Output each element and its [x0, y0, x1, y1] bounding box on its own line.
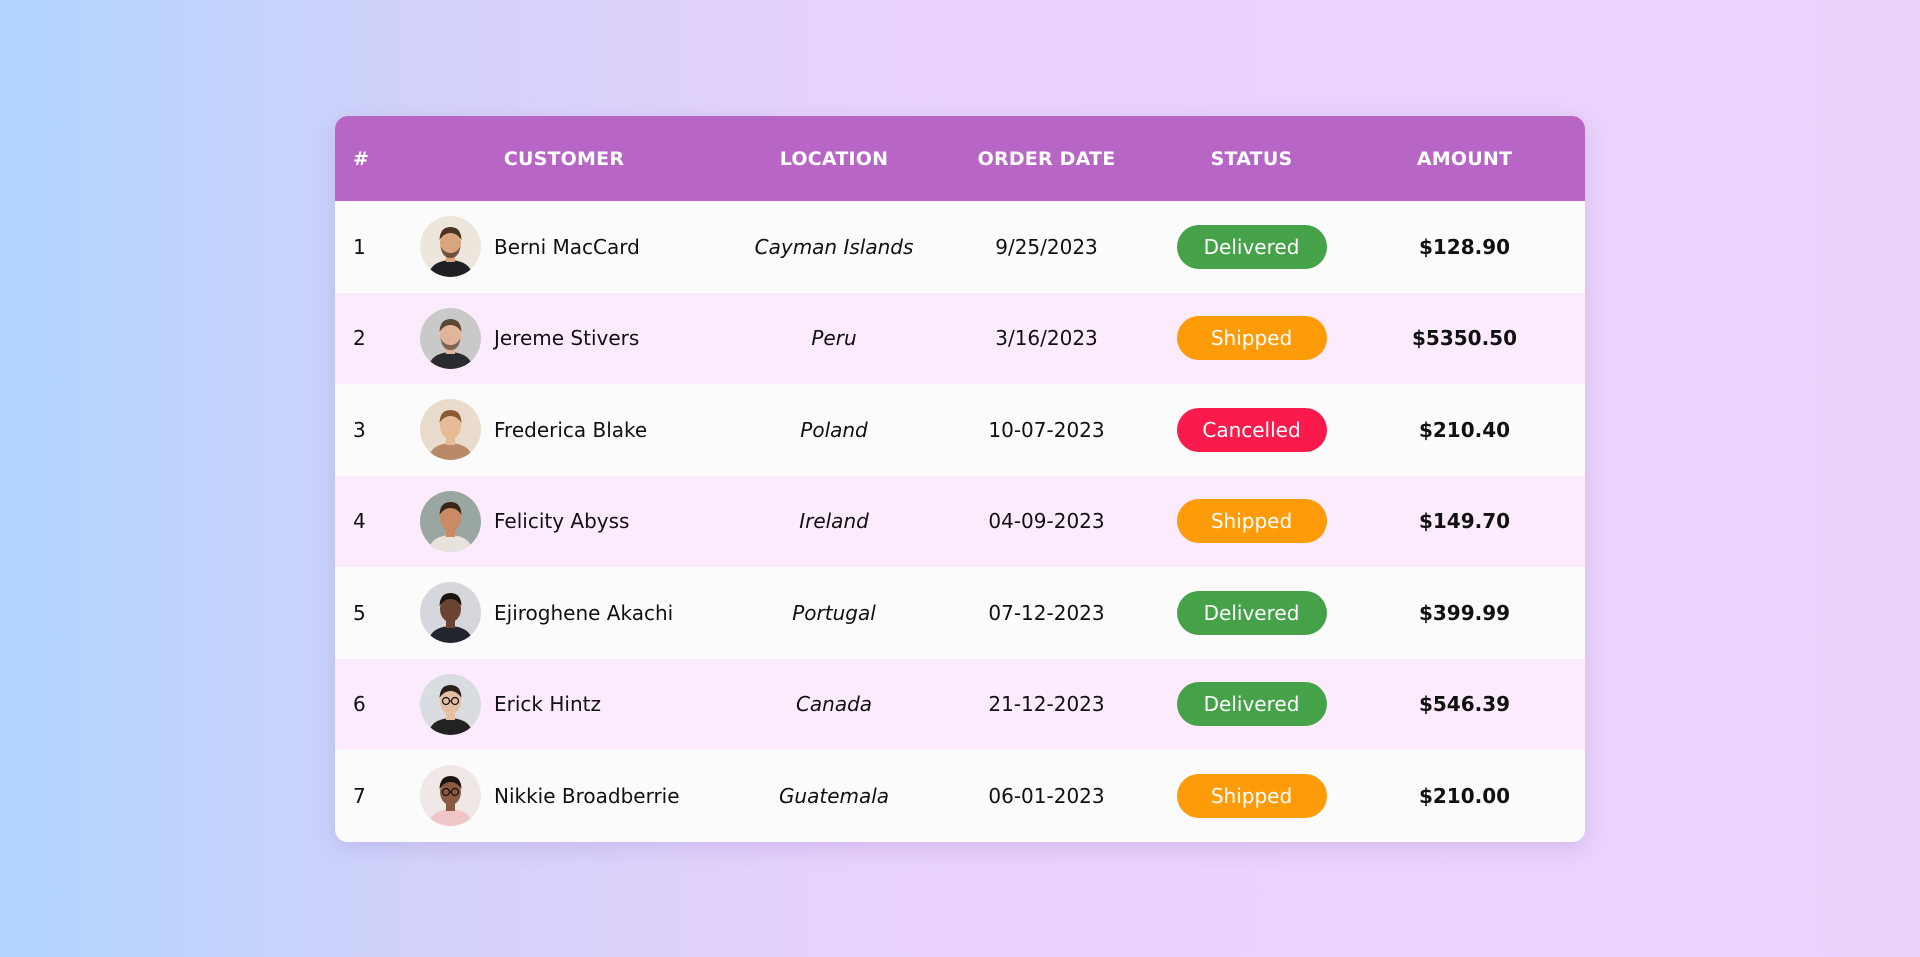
avatar-cell [394, 659, 494, 751]
customer-name: Felicity Abyss [494, 509, 630, 534]
table-body: 1 Berni MacCard Cayman Islands 9/25/2023 Del… [335, 201, 1585, 842]
customer-name: Jereme Stivers [494, 326, 640, 351]
order-date: 06-01-2023 [988, 783, 1105, 808]
avatar [420, 673, 481, 735]
avatar [420, 582, 481, 644]
row-number: 6 [353, 692, 366, 717]
row-number: 3 [353, 417, 366, 442]
customer-name: Nikkie Broadberrie [494, 783, 680, 808]
amount: $149.70 [1418, 509, 1511, 534]
location: Guatemala [778, 783, 890, 808]
row-number: 2 [353, 326, 366, 351]
row-number: 7 [353, 783, 366, 808]
customer-name: Frederica Blake [494, 417, 648, 442]
status-cell: Shipped [1159, 476, 1344, 568]
orders-table: # CUSTOMER LOCATION ORDER DATE STATUS AM… [335, 116, 1585, 842]
order-date: 04-09-2023 [988, 509, 1105, 534]
avatar [420, 490, 481, 552]
header-order-date[interactable]: ORDER DATE [934, 116, 1159, 201]
customer-name: Berni MacCard [494, 234, 640, 259]
location: Ireland [799, 509, 869, 534]
avatar [420, 399, 481, 461]
status-cell: Cancelled [1159, 384, 1344, 476]
avatar [420, 765, 481, 827]
status-badge: Shipped [1176, 773, 1327, 818]
header-status[interactable]: STATUS [1159, 116, 1344, 201]
status-badge: Cancelled [1176, 407, 1327, 452]
table-row[interactable]: 3 Frederica Blake Poland 10-07-2023 Cancelle… [335, 384, 1585, 476]
status-badge: Delivered [1176, 590, 1327, 635]
table-row[interactable]: 4 Felicity Abyss Ireland 04-09-2023 Shipped $… [335, 475, 1585, 568]
amount: $399.99 [1418, 600, 1511, 625]
avatar-cell [394, 750, 494, 842]
table-header: # CUSTOMER LOCATION ORDER DATE STATUS AM… [335, 116, 1585, 201]
amount: $5350.50 [1412, 326, 1518, 351]
location: Canada [795, 692, 873, 717]
header-customer[interactable]: CUSTOMER [394, 116, 734, 201]
row-number: 5 [353, 600, 366, 625]
status-badge: Shipped [1176, 316, 1327, 361]
customer-name: Ejiroghene Akachi [494, 600, 674, 625]
status-cell: Delivered [1159, 659, 1344, 751]
amount: $546.39 [1418, 692, 1511, 717]
order-date: 10-07-2023 [988, 417, 1105, 442]
location: Peru [811, 326, 857, 351]
row-number: 4 [353, 509, 366, 534]
header-amount[interactable]: AMOUNT [1344, 116, 1585, 201]
avatar [420, 216, 481, 278]
avatar-cell [394, 201, 494, 293]
avatar-cell [394, 384, 494, 476]
order-date: 07-12-2023 [988, 600, 1105, 625]
table-row[interactable]: 5 Ejiroghene Akachi Portugal 07-12-2023 Deli… [335, 567, 1585, 659]
avatar-cell [394, 476, 494, 568]
header-number[interactable]: # [335, 116, 394, 201]
header-location[interactable]: LOCATION [734, 116, 934, 201]
amount: $210.00 [1418, 783, 1511, 808]
orders-table-card: # CUSTOMER LOCATION ORDER DATE STATUS AM… [335, 116, 1585, 842]
location: Cayman Islands [754, 234, 914, 259]
status-cell: Shipped [1159, 293, 1344, 385]
table-row[interactable]: 6 Erick Hintz Canada 21-12-2023 Delivered $54… [335, 658, 1585, 751]
customer-name: Erick Hintz [494, 692, 601, 717]
status-badge: Delivered [1176, 682, 1327, 727]
table-row[interactable]: 7 Nikkie Broadberrie Guatemala 06-01-2023 Sh… [335, 750, 1585, 842]
amount: $128.90 [1418, 234, 1511, 259]
location: Portugal [792, 600, 876, 625]
avatar-cell [394, 567, 494, 659]
row-number: 1 [353, 234, 366, 259]
order-date: 3/16/2023 [995, 326, 1098, 351]
avatar-cell [394, 293, 494, 385]
status-badge: Delivered [1176, 224, 1327, 269]
table-row[interactable]: 2 Jereme Stivers Peru 3/16/2023 Shipped $5350… [335, 292, 1585, 385]
order-date: 21-12-2023 [988, 692, 1105, 717]
status-cell: Shipped [1159, 750, 1344, 842]
status-cell: Delivered [1159, 201, 1344, 293]
order-date: 9/25/2023 [995, 234, 1098, 259]
avatar [420, 307, 481, 369]
status-badge: Shipped [1176, 499, 1327, 544]
amount: $210.40 [1418, 417, 1511, 442]
table-row[interactable]: 1 Berni MacCard Cayman Islands 9/25/2023 Del… [335, 201, 1585, 293]
table-header-row: # CUSTOMER LOCATION ORDER DATE STATUS AM… [335, 116, 1585, 201]
location: Poland [800, 417, 868, 442]
status-cell: Delivered [1159, 567, 1344, 659]
